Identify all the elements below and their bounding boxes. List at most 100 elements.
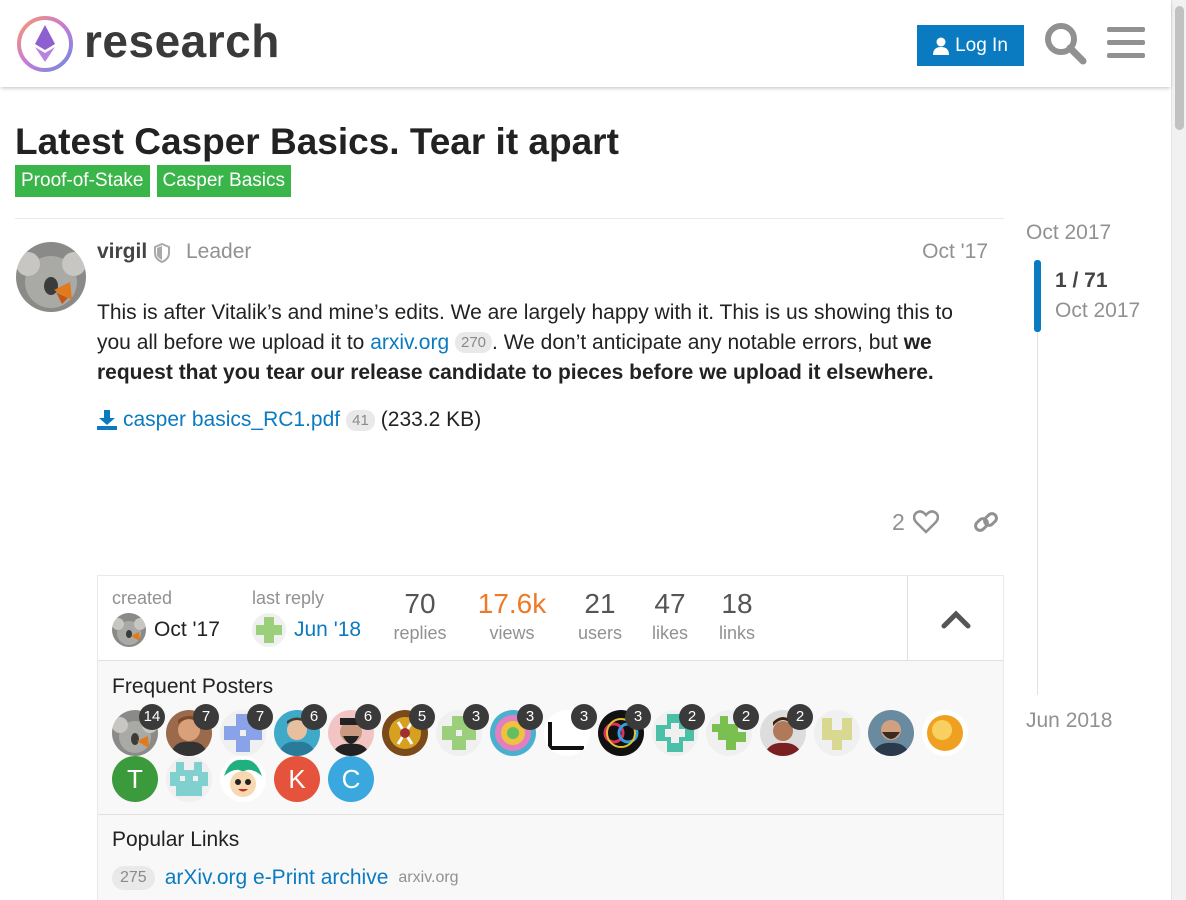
hamburger-menu-icon[interactable] [1105,21,1149,65]
divider [15,218,1004,219]
download-icon [97,410,117,430]
poster-avatar[interactable]: 7 [220,704,273,758]
site-header: research Log In [0,0,1171,87]
last-replier-avatar[interactable] [252,613,286,647]
poster-avatar[interactable]: 3 [544,704,597,758]
stat-users-label: users [577,623,622,643]
letter-avatar: K [274,756,320,802]
stat-replies-number: 70 [404,588,436,619]
poster-avatar[interactable]: 5 [382,704,435,758]
post-count-badge: 3 [517,704,543,730]
post-count-badge: 3 [463,704,489,730]
login-label: Log In [955,34,1008,56]
poster-avatar[interactable]: 14 [112,704,165,758]
poster-avatar[interactable]: 3 [436,704,489,758]
arxiv-link[interactable]: arxiv.org [370,331,449,354]
stat-views: 17.6k views [472,588,552,644]
popular-link[interactable]: arXiv.org e-Print archive [165,866,389,890]
post-count-badge: 14 [139,704,165,730]
poster-avatar[interactable] [220,756,268,804]
attachment: casper basics_RC1.pdf 41 (233.2 KB) [97,408,481,432]
timeline-start-date[interactable]: Oct 2017 [1026,221,1111,245]
stat-replies: 70 replies [384,588,456,644]
divider [98,814,1003,815]
topic-tags: Proof-of-Stake Casper Basics [15,165,291,197]
stat-likes-label: likes [651,623,688,643]
post-meta: virgil Leader Oct '17 [97,240,988,266]
attachment-click-count: 41 [346,409,375,431]
timeline-end-date[interactable]: Jun 2018 [1026,709,1112,733]
poster-avatar[interactable] [814,710,862,758]
poster-avatar[interactable]: K [274,756,322,804]
poster-avatar[interactable] [868,710,916,758]
link-click-count: 270 [455,332,493,353]
poster-avatar[interactable]: 3 [490,704,543,758]
tag-proof-of-stake[interactable]: Proof-of-Stake [15,165,150,197]
stat-users: 21 users [568,588,632,644]
collapse-topic-map-button[interactable] [907,576,1003,661]
created-label: created [112,588,173,608]
poster-avatar[interactable] [166,756,214,804]
koala-avatar-image [16,242,86,312]
last-reply-label: last reply [252,588,325,608]
poster-avatar[interactable]: 6 [328,704,381,758]
post-count-badge: 2 [787,704,813,730]
poster-avatar[interactable]: 2 [760,704,813,758]
stat-views-number: 17.6k [477,588,547,619]
shield-icon [154,243,170,263]
user-title: Leader [186,240,252,263]
post-count-badge: 7 [193,704,219,730]
frequent-posters-title: Frequent Posters [112,675,274,698]
poster-avatar[interactable]: 2 [706,704,759,758]
share-link-icon[interactable] [973,509,999,535]
stat-users-number: 21 [584,588,616,619]
site-logo-text[interactable]: research [84,14,280,68]
stat-links: 18 links [710,588,764,644]
post-body: This is after Vitalik’s and mine’s edits… [97,298,992,388]
post-date[interactable]: Oct '17 [922,240,988,264]
poster-avatar[interactable]: T [112,756,160,804]
stat-likes: 47 likes [642,588,698,644]
attachment-link[interactable]: casper basics_RC1.pdf [123,408,340,432]
post-text-continued: . We don’t anticipate any notable errors… [492,331,904,354]
topic-map: created Oct '17 last reply Jun '18 70 re… [97,575,1004,900]
post-count-badge: 6 [355,704,381,730]
post-count-badge: 5 [409,704,435,730]
chevron-up-icon [941,609,970,628]
popular-link-row: 275 arXiv.org e-Print archive arxiv.org [112,866,459,890]
stat-likes-number: 47 [654,588,686,619]
topic-title[interactable]: Latest Casper Basics. Tear it apart [15,121,619,163]
stat-links-label: links [718,623,755,643]
timeline-position: 1 / 71 [1055,269,1108,292]
created-info: created Oct '17 [112,588,220,647]
created-date: Oct '17 [154,618,220,641]
poster-avatar[interactable]: C [328,756,376,804]
like-count[interactable]: 2 [892,509,905,536]
post-count-badge: 2 [679,704,705,730]
site-logo[interactable] [16,15,74,73]
post-count-badge: 7 [247,704,273,730]
creator-avatar[interactable] [112,613,146,647]
popular-link-domain: arxiv.org [398,869,459,886]
poster-avatar[interactable]: 6 [274,704,327,758]
login-button[interactable]: Log In [917,25,1024,66]
scrollbar-thumb[interactable] [1175,6,1184,130]
post-username[interactable]: virgil [97,240,147,264]
poster-avatar[interactable]: 3 [598,704,651,758]
topic-map-summary: created Oct '17 last reply Jun '18 70 re… [98,576,1003,661]
stat-links-number: 18 [721,588,753,619]
last-reply-date[interactable]: Jun '18 [294,618,361,642]
poster-avatar[interactable] [922,710,970,758]
timeline-handle[interactable] [1034,260,1041,332]
post-count-badge: 6 [301,704,327,730]
poster-avatar[interactable]: 2 [652,704,705,758]
search-icon[interactable] [1043,21,1087,65]
heart-icon[interactable] [912,510,939,534]
post-author-avatar[interactable] [16,242,86,312]
last-reply-info: last reply Jun '18 [252,588,361,647]
page-scrollbar[interactable] [1171,0,1186,900]
poster-avatar[interactable]: 7 [166,704,219,758]
post-count-badge: 3 [571,704,597,730]
tag-casper-basics[interactable]: Casper Basics [156,165,291,197]
post-actions: 2 [880,503,999,541]
